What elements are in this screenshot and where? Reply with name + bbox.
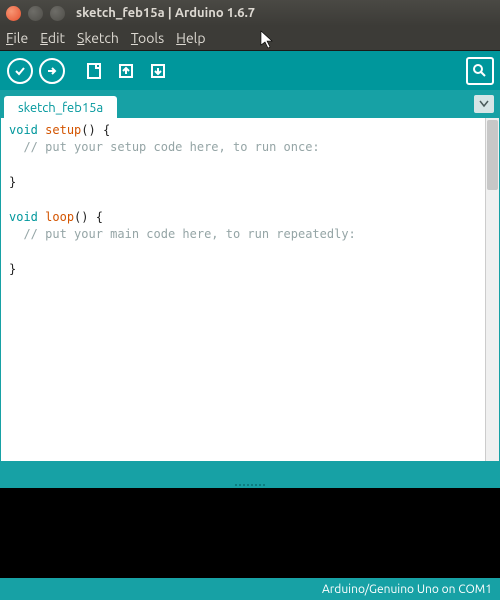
tabbar: sketch_feb15a bbox=[0, 90, 500, 118]
code-text: () { bbox=[81, 123, 110, 137]
save-button[interactable] bbox=[144, 57, 172, 85]
editor-area: void setup() { // put your setup code he… bbox=[0, 118, 500, 462]
scrollbar[interactable] bbox=[485, 118, 499, 461]
minimize-icon[interactable] bbox=[28, 6, 43, 21]
window-title: sketch_feb15a | Arduino 1.6.7 bbox=[76, 6, 255, 20]
status-bar: Arduino/Genuino Uno on COM1 bbox=[0, 578, 500, 600]
menu-edit[interactable]: Edit bbox=[40, 30, 65, 46]
upload-button[interactable] bbox=[38, 57, 66, 85]
code-comment: // put your main code here, to run repea… bbox=[9, 227, 356, 241]
menu-file[interactable]: File bbox=[6, 30, 28, 46]
menu-help[interactable]: Help bbox=[176, 30, 205, 46]
tab-active[interactable]: sketch_feb15a bbox=[4, 96, 117, 119]
code-comment: // put your setup code here, to run once… bbox=[9, 140, 320, 154]
code-function: setup bbox=[45, 123, 81, 137]
code-editor[interactable]: void setup() { // put your setup code he… bbox=[1, 118, 485, 461]
verify-button[interactable] bbox=[6, 57, 34, 85]
tab-menu-button[interactable] bbox=[474, 95, 494, 113]
open-button[interactable] bbox=[112, 57, 140, 85]
menu-sketch[interactable]: Sketch bbox=[77, 30, 119, 46]
code-keyword: void bbox=[9, 123, 38, 137]
code-text: } bbox=[9, 175, 16, 189]
serial-monitor-button[interactable] bbox=[466, 57, 494, 85]
console-output[interactable] bbox=[0, 488, 500, 578]
close-icon[interactable] bbox=[6, 6, 21, 21]
board-status: Arduino/Genuino Uno on COM1 bbox=[322, 583, 492, 596]
titlebar: sketch_feb15a | Arduino 1.6.7 bbox=[0, 0, 500, 26]
toolbar bbox=[0, 50, 500, 90]
code-text: } bbox=[9, 262, 16, 276]
maximize-icon[interactable] bbox=[50, 6, 65, 21]
code-text: () { bbox=[74, 210, 103, 224]
code-function: loop bbox=[45, 210, 74, 224]
new-button[interactable] bbox=[80, 57, 108, 85]
code-keyword: void bbox=[9, 210, 38, 224]
grip-icon bbox=[235, 484, 265, 486]
menu-tools[interactable]: Tools bbox=[131, 30, 164, 46]
scroll-thumb[interactable] bbox=[487, 120, 498, 190]
message-bar bbox=[0, 462, 500, 482]
menubar: File Edit Sketch Tools Help bbox=[0, 26, 500, 50]
